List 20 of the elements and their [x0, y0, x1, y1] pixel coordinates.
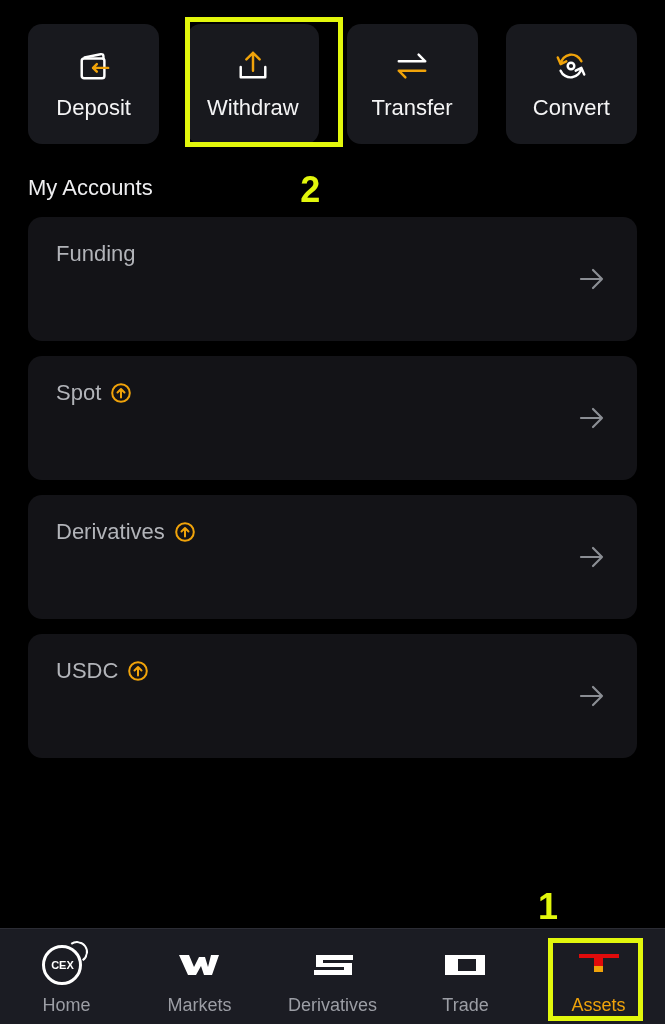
account-card[interactable]: Spot [28, 356, 637, 480]
action-button[interactable]: Deposit [28, 24, 160, 144]
account-card[interactable]: USDC [28, 634, 637, 758]
callout-number: 1 [538, 887, 559, 927]
account-card[interactable]: Derivatives [28, 495, 637, 619]
action-button[interactable]: Convert [505, 24, 637, 144]
account-card[interactable]: Funding [28, 217, 637, 341]
nav-tab[interactable]: Trade [438, 929, 493, 1024]
section-title: My Accounts [28, 174, 153, 202]
callout-number: 2 [300, 170, 321, 210]
nav-tab[interactable]: Assets [567, 929, 630, 1024]
nav-tab[interactable]: CEX Home [38, 929, 95, 1024]
action-button[interactable]: Withdraw [187, 24, 319, 144]
nav-tab[interactable]: Markets [163, 929, 236, 1024]
arrow-right-icon [579, 683, 605, 709]
action-button[interactable]: Transfer [346, 24, 478, 144]
arrow-right-icon [579, 405, 605, 431]
arrow-right-icon [579, 266, 605, 292]
nav-tab[interactable]: Derivatives [284, 929, 381, 1024]
arrow-right-icon [579, 544, 605, 570]
